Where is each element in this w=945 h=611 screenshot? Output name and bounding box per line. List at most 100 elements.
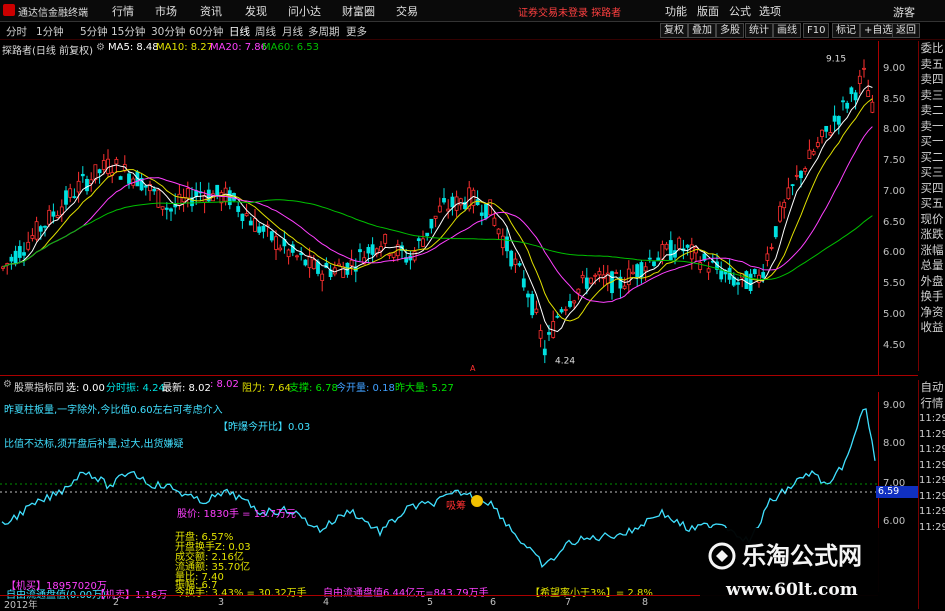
back-button[interactable]: 返回 [892,23,920,38]
pane-divider[interactable] [0,375,918,376]
indicator-settings-icon[interactable]: ⚙ [3,379,12,390]
candle-body [866,90,871,98]
candle-body [521,278,526,288]
quote-buy4[interactable]: 买四 [919,181,945,197]
period-week[interactable]: 周线 [255,24,276,39]
add-favorite-button[interactable]: +自选 [860,23,897,38]
quote-buy3[interactable]: 买三 [919,165,945,181]
time-entry: 11:29 [919,444,945,455]
quote-sell4[interactable]: 卖四 [919,72,945,88]
quote-label[interactable]: 行情 [919,396,945,412]
login-notice[interactable]: 证券交易未登录 探路者 [518,4,621,19]
huaxian-button[interactable]: 画线 [773,23,801,38]
candle-body [437,205,442,213]
candle-body [55,215,60,218]
candle-body [248,220,253,226]
period-15min[interactable]: 15分钟 [111,24,145,39]
period-60min[interactable]: 60分钟 [189,24,223,39]
quote-buy5[interactable]: 买五 [919,196,945,212]
biaoji-button[interactable]: 标记 [832,23,860,38]
period-more[interactable]: 更多 [346,24,367,39]
quote-volume[interactable]: 总量 [919,258,945,274]
duogu-button[interactable]: 多股 [716,23,744,38]
candle-body [85,178,89,192]
xichou-label: 吸筹 [446,501,466,512]
period-1min[interactable]: 1分钟 [36,24,64,39]
menu-wenxiaoda[interactable]: 问小达 [288,3,321,19]
candle-body [547,332,551,335]
ma10-label: MA10: 8.27 [156,42,214,53]
candle-body [790,184,795,187]
f10-button[interactable]: F10 [803,23,830,38]
quote-sell5[interactable]: 卖五 [919,57,945,73]
menu-faxian[interactable]: 发现 [245,3,267,19]
time-entry: 11:29 [919,490,945,502]
ma60-label: MA60: 6.53 [262,42,320,53]
diejia-button[interactable]: 叠加 [688,23,716,38]
time-tick: 5 [427,597,434,608]
candle-body [274,236,278,250]
lowytick: 9.00 [883,400,906,411]
watermark-logo-icon [708,542,736,570]
lowytick: 8.00 [883,438,906,449]
quote-pct[interactable]: 涨幅 [919,243,945,259]
menu-hangqing[interactable]: 行情 [112,3,134,19]
quote-price[interactable]: 现价 [919,212,945,228]
candle-body [538,330,543,339]
menu-jiaoyi[interactable]: 交易 [396,3,418,19]
candle-body [9,256,14,262]
quote-panel: 委比 卖五 卖四 卖三 卖二 卖一 买一 买二 买三 买四 买五 现价 涨跌 涨… [918,41,945,371]
menu-caifuquan[interactable]: 财富圈 [342,3,375,19]
menu-xuanxiang[interactable]: 选项 [759,3,781,19]
candle-body [803,168,808,172]
quote-sell2[interactable]: 卖二 [919,103,945,119]
auto-label[interactable]: 自动 [919,380,945,396]
candle-body [13,250,18,265]
tongji-button[interactable]: 统计 [745,23,773,38]
candle-body [593,274,598,277]
candle-body [513,258,518,265]
quote-change[interactable]: 涨跌 [919,227,945,243]
quote-sell3[interactable]: 卖三 [919,88,945,104]
quote-turnover[interactable]: 换手 [919,289,945,305]
candle-body [261,225,266,232]
period-day[interactable]: 日线 [229,24,250,39]
candle-body [820,129,824,137]
fuquan-button[interactable]: 复权 [660,23,688,38]
period-fenshi[interactable]: 分时 [6,24,27,39]
menu-gongneng[interactable]: 功能 [665,3,687,19]
period-5min[interactable]: 5分钟 [80,24,108,39]
quote-sell1[interactable]: 卖一 [919,119,945,135]
candle-body [433,215,438,219]
ytick: 7.50 [883,155,906,166]
candle-body [236,206,241,212]
quote-weibi[interactable]: 委比 [919,41,945,57]
candle-body [534,308,539,313]
candle-body [101,160,106,170]
hint-line-3: 比值不达标,须开盘后补量,过大,出货嫌疑 [4,439,184,450]
guest-button[interactable]: 游客 [893,4,915,20]
quote-outer[interactable]: 外盘 [919,274,945,290]
kline-chart[interactable]: 9.15 4.24 A [0,55,878,373]
quote-eps[interactable]: 收益 [919,320,945,336]
menu-banmian[interactable]: 版面 [697,3,719,19]
hint-line-1: 昨夏柱板量,一字除外,今比值0.60左右可考虑介入 [4,405,223,416]
candle-body [824,125,829,132]
candle-body [652,261,656,266]
period-30min[interactable]: 30分钟 [151,24,185,39]
quote-buy1[interactable]: 买一 [919,134,945,150]
candle-body [421,238,425,247]
period-multi[interactable]: 多周期 [308,24,340,39]
candle-body [773,226,778,238]
menu-gongshi[interactable]: 公式 [729,3,751,19]
candle-body [849,87,854,95]
candle-body [597,271,602,276]
settings-icon[interactable]: ⚙ [96,42,105,53]
menu-zixun[interactable]: 资讯 [200,3,222,19]
period-month[interactable]: 月线 [282,24,303,39]
quote-netasset[interactable]: 净资 [919,305,945,321]
candle-body [635,264,640,278]
candle-body [559,309,564,313]
menu-shichang[interactable]: 市场 [155,3,177,19]
quote-buy2[interactable]: 买二 [919,150,945,166]
